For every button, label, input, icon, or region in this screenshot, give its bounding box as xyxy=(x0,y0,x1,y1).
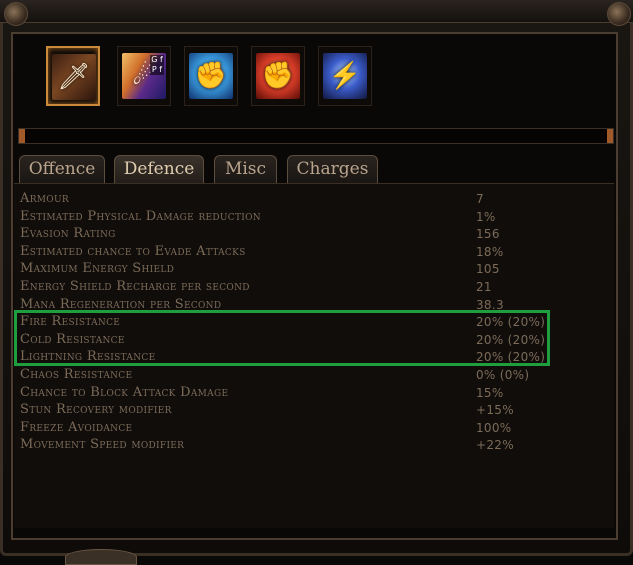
stat-value: 15% xyxy=(476,385,504,400)
stat-row: Evasion Rating 156 xyxy=(20,225,580,243)
stats-filter-input[interactable] xyxy=(18,128,614,144)
window-title-bar xyxy=(0,0,633,23)
stat-row: Chance to Block Attack Damage 15% xyxy=(20,384,580,402)
tab-offence[interactable]: Offence xyxy=(19,155,105,183)
stat-label: Evasion Rating xyxy=(20,226,116,242)
frame-corner-ornament-left xyxy=(4,2,28,26)
stat-value: 1% xyxy=(476,209,496,224)
stat-row: Armour 7 xyxy=(20,190,580,208)
fire-fist-icon: ✊ xyxy=(256,53,300,99)
filter-cap-left xyxy=(19,129,25,143)
stat-value: 0% (0%) xyxy=(476,368,530,382)
stat-value: +22% xyxy=(476,438,514,453)
stat-row: Estimated Physical Damage reduction 1% xyxy=(20,208,580,226)
stat-row: Estimated chance to Evade Attacks 18% xyxy=(20,243,580,261)
ice-fist-icon: ✊ xyxy=(189,53,233,99)
thunder-icon: ⚡ xyxy=(323,53,367,99)
stat-value: 105 xyxy=(476,262,500,277)
resistances-highlight-box xyxy=(14,310,550,366)
stat-row: Maximum Energy Shield 105 xyxy=(20,260,580,278)
stat-value: 21 xyxy=(476,280,492,294)
stat-row: Energy Shield Recharge per second 21 xyxy=(20,278,580,296)
skill-slot-thunder[interactable]: ⚡ xyxy=(318,46,372,106)
stat-row: Stun Recovery modifier +15% xyxy=(20,401,580,419)
stat-row: Chaos Resistance 0% (0%) xyxy=(20,366,580,384)
stat-label: Freeze Avoidance xyxy=(20,419,133,435)
tab-charges[interactable]: Charges xyxy=(287,155,378,183)
sword-glyph: 🗡 xyxy=(57,62,91,92)
tab-misc[interactable]: Misc xyxy=(214,155,277,183)
skill-slot-ice-fist[interactable]: ✊ xyxy=(184,46,238,106)
skill-slot-spell[interactable]: ☄ G f P f xyxy=(117,46,171,106)
skill-slot-fire-fist[interactable]: ✊ xyxy=(251,46,305,106)
frame-corner-ornament-right xyxy=(607,2,631,26)
fireball-spell-icon: ☄ G f P f xyxy=(122,53,166,99)
filter-cap-right xyxy=(607,129,613,143)
stat-value: 156 xyxy=(476,227,500,242)
stat-label: Chaos Resistance xyxy=(20,367,133,382)
stat-label: Estimated chance to Evade Attacks xyxy=(20,243,246,259)
sword-icon: 🗡 xyxy=(52,54,96,100)
stat-label: Energy Shield Recharge per second xyxy=(20,279,250,294)
stat-value: +15% xyxy=(476,403,514,418)
stat-value: 100% xyxy=(476,420,512,435)
stat-label: Maximum Energy Shield xyxy=(20,261,175,277)
thunder-glyph: ⚡ xyxy=(328,61,362,91)
stat-label: Estimated Physical Damage reduction xyxy=(20,208,261,224)
ice-fist-glyph: ✊ xyxy=(194,61,228,91)
stat-row: Freeze Avoidance 100% xyxy=(20,419,580,437)
stat-row: Movement Speed modifier +22% xyxy=(20,436,580,454)
stat-label: Movement Speed modifier xyxy=(20,437,185,453)
bottom-ornament xyxy=(65,549,137,565)
skill-slot-weapon[interactable]: 🗡 xyxy=(46,46,100,106)
stat-label: Stun Recovery modifier xyxy=(20,402,172,418)
fire-fist-glyph: ✊ xyxy=(261,61,295,91)
linked-gems-indicator: G f P f xyxy=(150,55,164,75)
stat-label: Armour xyxy=(20,191,69,206)
stat-value: 18% xyxy=(476,244,504,259)
stat-value: 7 xyxy=(476,192,484,206)
tab-defence[interactable]: Defence xyxy=(114,155,204,183)
stat-label: Chance to Block Attack Damage xyxy=(20,384,229,400)
